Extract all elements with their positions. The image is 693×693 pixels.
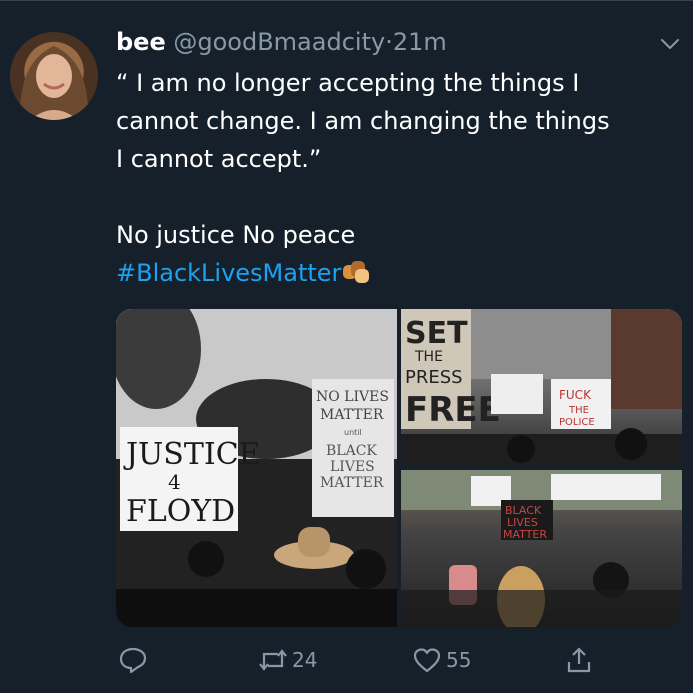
author-handle[interactable]: @goodBmaadcity	[173, 28, 385, 56]
sign-text: POLICE	[559, 417, 595, 428]
tweet-text-line: “ I am no longer accepting the things I	[116, 69, 580, 97]
retweet-count: 24	[292, 648, 318, 672]
sign-text: LIVES	[330, 459, 375, 475]
media-image-2[interactable]: SET THE PRESS FREE FUCK THE POLICE	[401, 309, 682, 466]
sign-text: FREE	[405, 390, 501, 430]
retweet-icon	[259, 649, 287, 671]
tweet-header: bee @goodBmaadcity·21m	[116, 28, 447, 56]
sign-text: PRESS	[405, 367, 463, 388]
author-name[interactable]: bee	[116, 28, 166, 56]
hashtag-link[interactable]: #BlackLivesMatter	[116, 259, 341, 287]
sign-text: MATTER	[320, 475, 384, 491]
top-divider	[0, 0, 693, 1]
media-image-1[interactable]: JUSTICE 4 FLOYD NO LIVES MATTER until BL…	[116, 309, 397, 627]
sign-text: FUCK	[559, 388, 592, 402]
sign-text: NO LIVES	[316, 389, 389, 405]
heart-icon	[413, 648, 441, 673]
sign-text: 4	[168, 470, 181, 494]
sign-text: MATTER	[503, 528, 547, 541]
sign-text: THE	[568, 405, 589, 416]
tweet-text-line: I cannot accept.”	[116, 145, 322, 173]
media-grid: JUSTICE 4 FLOYD NO LIVES MATTER until BL…	[116, 309, 682, 627]
sign-text: JUSTICE	[123, 437, 261, 472]
raised-fist-icon	[343, 261, 370, 283]
tweet-text: “ I am no longer accepting the things I …	[116, 64, 686, 292]
separator-dot: ·	[385, 28, 393, 56]
reply-icon	[119, 647, 147, 674]
sign-text: FLOYD	[126, 494, 235, 529]
chevron-down-icon[interactable]	[660, 38, 680, 50]
avatar[interactable]	[10, 32, 98, 120]
tweet-actions: 24 55	[116, 642, 676, 678]
sign-text: BLACK	[326, 443, 377, 459]
tweet-text-line: cannot change. I am changing the things	[116, 107, 610, 135]
sign-text: until	[344, 428, 362, 437]
sign-text: SET	[405, 316, 468, 351]
retweet-button[interactable]: 24	[258, 646, 317, 674]
like-button[interactable]: 55	[412, 646, 471, 674]
share-icon	[567, 647, 591, 673]
tweet-time[interactable]: 21m	[393, 28, 447, 56]
tweet-text-line: No justice No peace	[116, 221, 356, 249]
sign-text: THE	[414, 349, 443, 365]
media-image-3[interactable]: BLACK LIVES MATTER	[401, 470, 682, 627]
share-button[interactable]	[564, 646, 594, 674]
reply-button[interactable]	[118, 646, 148, 674]
like-count: 55	[446, 648, 472, 672]
sign-text: MATTER	[320, 407, 384, 423]
